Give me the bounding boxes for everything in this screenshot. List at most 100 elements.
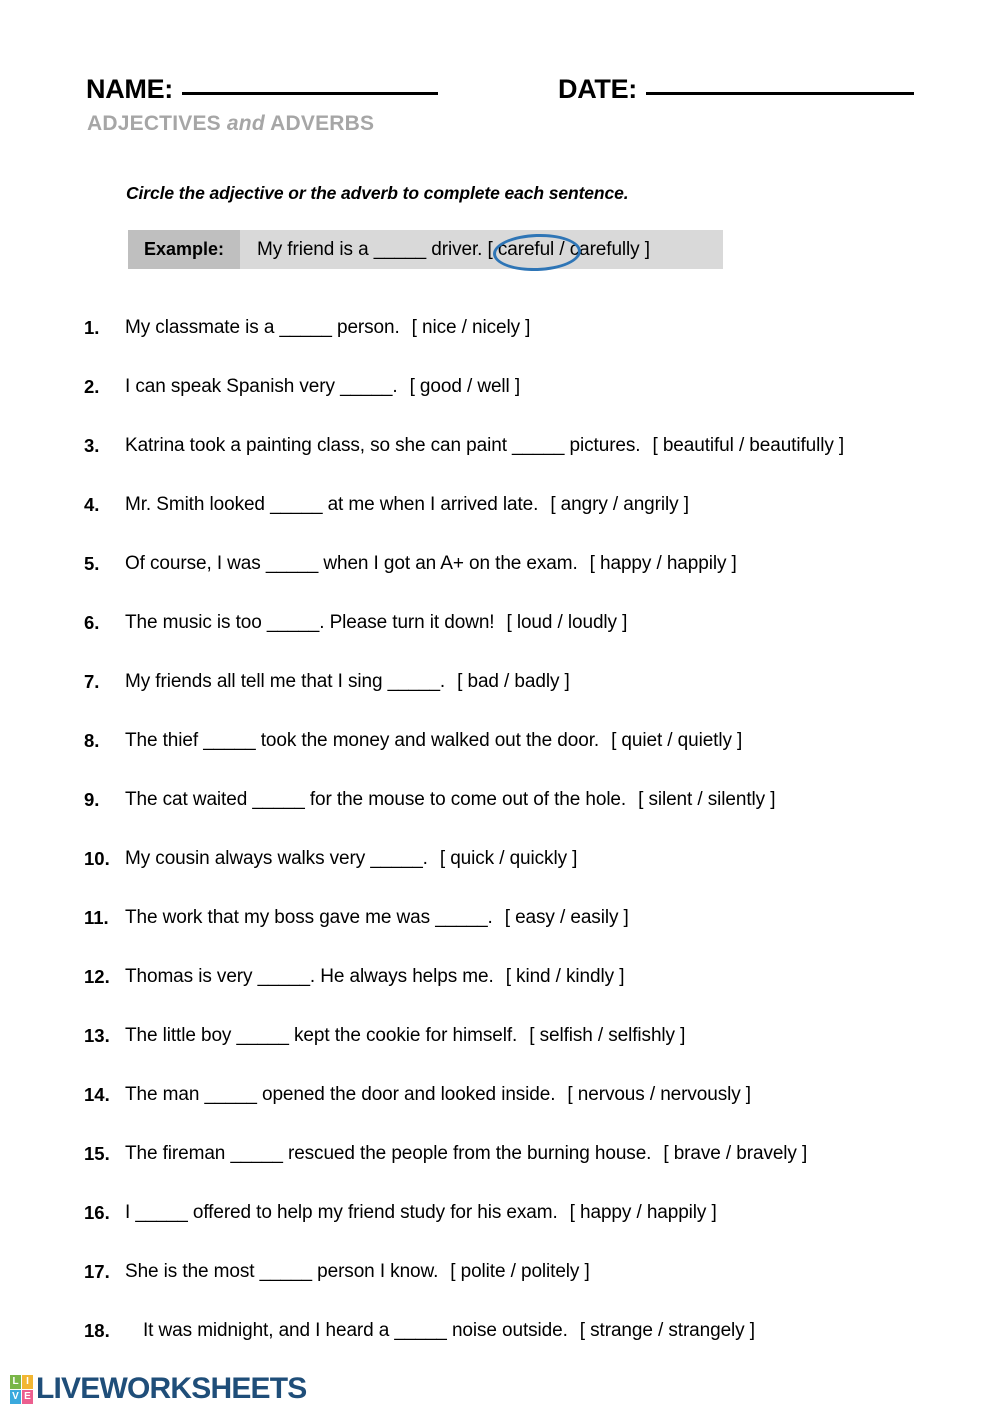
question-text: I can speak Spanish very _____. [ good / …: [125, 376, 520, 398]
question-row: 12. Thomas is very _____. He always helps…: [0, 949, 1000, 1008]
date-label: DATE:: [558, 74, 637, 104]
question-number: 5.: [84, 553, 100, 574]
question-choices[interactable]: [ loud / loudly ]: [506, 612, 627, 633]
question-sentence: My friends all tell me that I sing _____…: [125, 671, 446, 692]
example-sentence-cell: My friend is a _____ driver. [ careful /…: [240, 230, 723, 273]
question-row: 10. My cousin always walks very _____. [ q…: [0, 831, 1000, 890]
question-text: My cousin always walks very _____. [ quic…: [125, 848, 577, 870]
question-choices[interactable]: [ quiet / quietly ]: [611, 730, 742, 751]
subtitle-adverbs: ADVERBS: [270, 112, 375, 135]
question-sentence: I can speak Spanish very _____.: [125, 376, 398, 397]
question-text: My classmate is a _____ person. [ nice / …: [125, 317, 530, 339]
question-text: Katrina took a painting class, so she ca…: [125, 435, 844, 457]
question-number: 12.: [84, 966, 110, 987]
question-sentence: My classmate is a _____ person.: [125, 317, 400, 338]
question-number: 17.: [84, 1261, 110, 1282]
question-sentence: It was midnight, and I heard a _____ noi…: [143, 1320, 568, 1341]
date-field: DATE:: [558, 74, 914, 105]
question-choices[interactable]: [ happy / happily ]: [590, 553, 737, 574]
question-number: 7.: [84, 671, 100, 692]
question-text: Of course, I was _____ when I got an A+ …: [125, 553, 737, 575]
question-text: The work that my boss gave me was _____.…: [125, 907, 629, 929]
logo-tile-e: E: [22, 1389, 33, 1404]
question-row: 2. I can speak Spanish very _____. [ good …: [0, 359, 1000, 418]
question-text: My friends all tell me that I sing _____…: [125, 671, 570, 693]
question-number: 13.: [84, 1025, 110, 1046]
example-sentence: My friend is a _____ driver. [ careful /…: [257, 238, 650, 260]
question-choices[interactable]: [ selfish / selfishly ]: [529, 1025, 685, 1046]
question-choices[interactable]: [ nice / nicely ]: [412, 317, 531, 338]
question-sentence: The little boy _____ kept the cookie for…: [125, 1025, 518, 1046]
question-sentence: The music is too _____. Please turn it d…: [125, 612, 495, 633]
question-text: The man _____ opened the door and looked…: [125, 1084, 751, 1106]
question-sentence: The thief _____ took the money and walke…: [125, 730, 600, 751]
question-choices[interactable]: [ beautiful / beautifully ]: [652, 435, 844, 456]
question-row: 15. The fireman _____ rescued the people …: [0, 1126, 1000, 1185]
question-number: 6.: [84, 612, 100, 633]
question-choices[interactable]: [ brave / bravely ]: [663, 1143, 807, 1164]
question-number: 3.: [84, 435, 100, 456]
question-row: 4. Mr. Smith looked _____ at me when I ar…: [0, 477, 1000, 536]
question-text: It was midnight, and I heard a _____ noi…: [143, 1320, 755, 1342]
question-text: I _____ offered to help my friend study …: [125, 1202, 717, 1224]
question-choices[interactable]: [ polite / politely ]: [450, 1261, 590, 1282]
question-number: 4.: [84, 494, 100, 515]
date-write-line[interactable]: [646, 92, 914, 95]
question-number: 10.: [84, 848, 110, 869]
question-row: 5. Of course, I was _____ when I got an A…: [0, 536, 1000, 595]
question-choices[interactable]: [ happy / happily ]: [570, 1202, 717, 1223]
worksheet-header: NAME: DATE: ADJECTIVES and ADVERBS: [0, 0, 1000, 160]
example-label-cell: Example:: [128, 230, 240, 269]
subtitle-conjunction: and: [226, 112, 265, 135]
question-number: 9.: [84, 789, 100, 810]
question-number: 2.: [84, 376, 100, 397]
question-choices[interactable]: [ silent / silently ]: [638, 789, 775, 810]
question-sentence: The cat waited _____ for the mouse to co…: [125, 789, 627, 810]
question-row: 7. My friends all tell me that I sing ___…: [0, 654, 1000, 713]
question-choices[interactable]: [ easy / easily ]: [505, 907, 629, 928]
instruction-text: Circle the adjective or the adverb to co…: [126, 183, 629, 203]
question-sentence: Thomas is very _____. He always helps me…: [125, 966, 494, 987]
question-row: 1. My classmate is a _____ person. [ nice …: [0, 300, 1000, 359]
question-sentence: Katrina took a painting class, so she ca…: [125, 435, 641, 456]
question-row: 14. The man _____ opened the door and loo…: [0, 1067, 1000, 1126]
question-number: 8.: [84, 730, 100, 751]
question-choices[interactable]: [ quick / quickly ]: [440, 848, 578, 869]
question-row: 8. The thief _____ took the money and wal…: [0, 713, 1000, 772]
question-text: Mr. Smith looked _____ at me when I arri…: [125, 494, 689, 516]
worksheet-subtitle: ADJECTIVES and ADVERBS: [87, 112, 374, 136]
question-text: The thief _____ took the money and walke…: [125, 730, 742, 752]
question-choices[interactable]: [ strange / strangely ]: [580, 1320, 755, 1341]
name-label: NAME:: [86, 74, 173, 104]
question-choices[interactable]: [ good / well ]: [410, 376, 521, 397]
name-field: NAME:: [86, 74, 438, 105]
question-number: 16.: [84, 1202, 110, 1223]
question-number: 14.: [84, 1084, 110, 1105]
question-sentence: Of course, I was _____ when I got an A+ …: [125, 553, 578, 574]
question-number: 15.: [84, 1143, 110, 1164]
question-text: Thomas is very _____. He always helps me…: [125, 966, 624, 988]
question-row: 11. The work that my boss gave me was ___…: [0, 890, 1000, 949]
question-sentence: The work that my boss gave me was _____.: [125, 907, 493, 928]
question-number: 11.: [84, 907, 109, 928]
question-choices[interactable]: [ bad / badly ]: [457, 671, 570, 692]
question-text: She is the most _____ person I know. [ po…: [125, 1261, 590, 1283]
question-choices[interactable]: [ nervous / nervously ]: [567, 1084, 751, 1105]
question-text: The fireman _____ rescued the people fro…: [125, 1143, 807, 1165]
name-write-line[interactable]: [182, 92, 438, 95]
question-row: 9. The cat waited _____ for the mouse to …: [0, 772, 1000, 831]
logo-tile-i: I: [22, 1374, 33, 1389]
question-list: 1. My classmate is a _____ person. [ nice …: [0, 300, 1000, 1362]
question-sentence: Mr. Smith looked _____ at me when I arri…: [125, 494, 539, 515]
question-sentence: The fireman _____ rescued the people fro…: [125, 1143, 652, 1164]
logo-tile-grid: L I V E: [10, 1374, 33, 1404]
liveworksheets-logo: L I V E LIVEWORKSHEETS: [10, 1374, 307, 1404]
question-row: 3. Katrina took a painting class, so she …: [0, 418, 1000, 477]
question-text: The little boy _____ kept the cookie for…: [125, 1025, 685, 1047]
question-choices[interactable]: [ angry / angrily ]: [550, 494, 689, 515]
logo-tile-v: V: [10, 1389, 21, 1404]
question-row: 17. She is the most _____ person I know. […: [0, 1244, 1000, 1303]
question-text: The music is too _____. Please turn it d…: [125, 612, 627, 634]
question-choices[interactable]: [ kind / kindly ]: [506, 966, 625, 987]
question-row: 18. It was midnight, and I heard a _____ …: [0, 1303, 1000, 1362]
